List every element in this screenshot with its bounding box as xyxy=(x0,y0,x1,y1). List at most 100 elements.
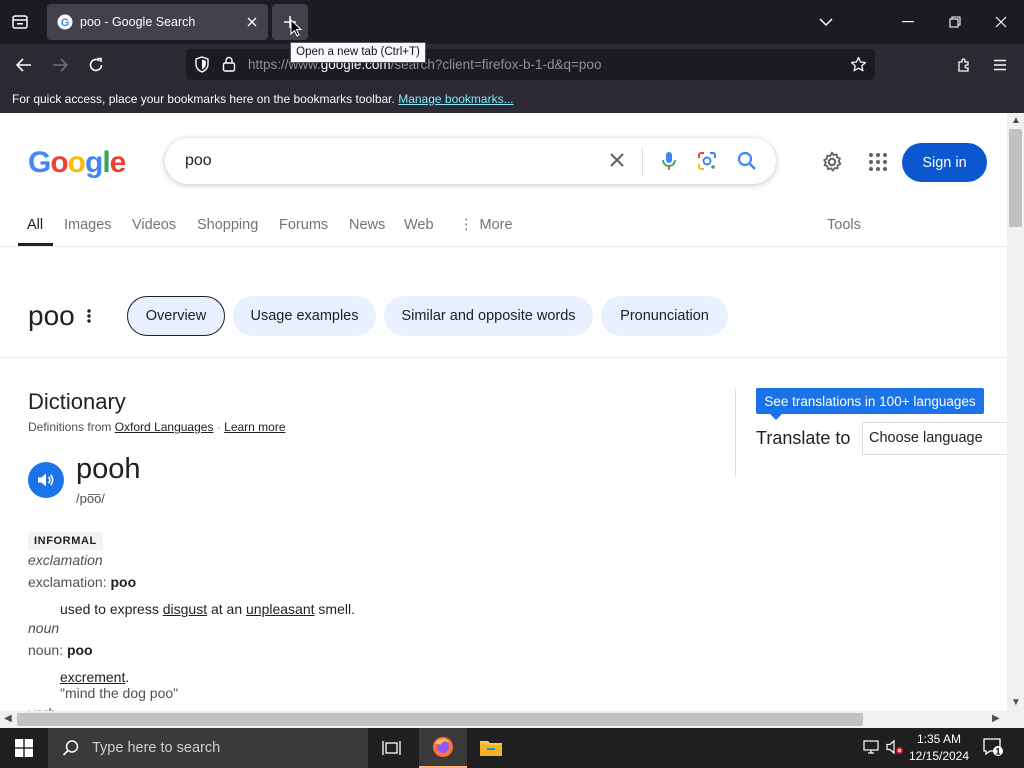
tab-tools[interactable]: Tools xyxy=(827,217,861,233)
volume-muted-icon[interactable] xyxy=(886,738,904,761)
notification-center-icon[interactable]: 1 xyxy=(982,736,1004,763)
reload-icon[interactable] xyxy=(81,51,111,79)
chip-similar-opposite-words[interactable]: Similar and opposite words xyxy=(384,296,593,336)
taskbar-search-box[interactable]: Type here to search xyxy=(48,728,368,768)
taskbar-clock[interactable]: 1:35 AM 12/15/2024 xyxy=(906,731,972,765)
manage-bookmarks-link[interactable]: Manage bookmarks... xyxy=(398,92,513,106)
tab-videos[interactable]: Videos xyxy=(132,217,176,233)
forward-arrow-icon[interactable] xyxy=(45,51,75,79)
list-all-tabs-icon[interactable] xyxy=(811,8,841,36)
browser-nav-bar: https://www.google.com/search?client=fir… xyxy=(0,44,1024,86)
dictionary-source: Definitions from Oxford Languages · Lear… xyxy=(28,420,286,434)
phonetic-spelling: /po͞o/ xyxy=(76,491,105,506)
more-vertical-dots-icon: ⋮ xyxy=(459,217,474,233)
close-window-icon[interactable] xyxy=(986,8,1016,36)
horizontal-scroll-thumb[interactable] xyxy=(17,713,863,726)
link-excrement[interactable]: excrement xyxy=(60,669,125,685)
search-magnifier-icon[interactable] xyxy=(735,149,759,178)
tab-shopping[interactable]: Shopping xyxy=(197,217,258,233)
definition-exclamation: used to express disgust at an unpleasant… xyxy=(60,601,355,617)
vertical-scroll-thumb[interactable] xyxy=(1009,129,1022,227)
extensions-puzzle-icon[interactable] xyxy=(949,51,979,79)
clear-search-icon[interactable] xyxy=(607,150,627,175)
speaker-icon xyxy=(38,473,54,487)
sign-in-button[interactable]: Sign in xyxy=(902,143,987,182)
search-box[interactable]: poo xyxy=(165,138,776,184)
part-of-speech-exclamation: exclamation xyxy=(28,552,103,568)
voice-search-mic-icon[interactable] xyxy=(657,149,681,178)
minimize-window-icon[interactable] xyxy=(893,8,923,36)
firefox-taskbar-icon[interactable] xyxy=(419,728,467,768)
translations-callout: See translations in 100+ languages xyxy=(756,388,984,420)
tab-news[interactable]: News xyxy=(349,217,385,233)
definition-noun: excrement. xyxy=(60,669,130,685)
oxford-languages-link[interactable]: Oxford Languages xyxy=(115,420,214,434)
app-menu-hamburger-icon[interactable] xyxy=(985,51,1015,79)
clock-date: 12/15/2024 xyxy=(908,749,970,763)
scroll-left-arrow-icon[interactable]: ◀ xyxy=(4,713,12,724)
tab-all[interactable]: All xyxy=(27,217,43,233)
chip-usage-examples[interactable]: Usage examples xyxy=(233,296,376,336)
settings-gear-icon[interactable] xyxy=(820,150,844,179)
word-title: poo xyxy=(28,300,75,331)
firefox-view-icon[interactable] xyxy=(8,10,32,34)
notification-count: 1 xyxy=(995,747,1000,757)
posline-noun: noun: poo xyxy=(28,642,93,658)
google-doodle-logo[interactable]: Google xyxy=(28,146,126,180)
pronounce-speaker-button[interactable] xyxy=(28,462,64,498)
language-select[interactable]: Choose language xyxy=(862,422,1007,455)
active-tab-underline xyxy=(18,243,53,246)
tab-images[interactable]: Images xyxy=(64,217,112,233)
windows-start-icon[interactable] xyxy=(0,728,48,768)
dictionary-heading: Dictionary xyxy=(28,389,126,414)
chip-pronunciation[interactable]: Pronunciation xyxy=(601,296,728,336)
link-unpleasant[interactable]: unpleasant xyxy=(246,601,315,617)
scroll-down-arrow-icon[interactable]: ▼ xyxy=(1011,697,1021,708)
word-panel-header: poo Overview Usage examples Similar and … xyxy=(0,288,1007,358)
browser-tab-bar: G poo - Google Search xyxy=(0,0,1024,44)
tab-title: poo - Google Search xyxy=(80,15,196,29)
browser-tab-active[interactable]: G poo - Google Search xyxy=(47,4,268,40)
link-disgust[interactable]: disgust xyxy=(163,601,207,617)
restore-window-icon[interactable] xyxy=(940,8,970,36)
tab-forums[interactable]: Forums xyxy=(279,217,328,233)
google-lens-icon[interactable] xyxy=(695,149,719,178)
tab-more[interactable]: ⋮ More xyxy=(459,217,513,233)
google-results-page: Google poo Sign in All Images Videos Sho… xyxy=(0,113,1007,711)
search-divider xyxy=(642,148,643,176)
scroll-right-arrow-icon[interactable]: ▶ xyxy=(992,713,1000,724)
posline-exclamation: exclamation: poo xyxy=(28,574,137,590)
headword: pooh xyxy=(76,453,141,485)
back-arrow-icon[interactable] xyxy=(9,51,39,79)
translate-separator xyxy=(735,389,736,477)
svg-text:G: G xyxy=(61,17,70,29)
scrollbar-corner xyxy=(1007,711,1024,728)
mouse-cursor-icon xyxy=(290,18,303,43)
windows-taskbar: Type here to search 1:35 AM 12/15/2024 1 xyxy=(0,728,1024,768)
learn-more-link[interactable]: Learn more xyxy=(224,420,285,434)
vertical-scrollbar[interactable]: ▲ ▼ xyxy=(1007,113,1024,711)
search-tabs: All Images Videos Shopping Forums News W… xyxy=(0,213,1007,247)
taskbar-search-icon xyxy=(62,740,79,756)
file-explorer-folder-icon[interactable] xyxy=(467,728,515,768)
tab-web[interactable]: Web xyxy=(404,217,434,233)
google-apps-grid-icon[interactable] xyxy=(866,150,890,179)
clock-time: 1:35 AM xyxy=(916,732,962,746)
part-of-speech-noun: noun xyxy=(28,620,60,636)
scroll-up-arrow-icon[interactable]: ▲ xyxy=(1011,115,1021,126)
google-favicon-icon: G xyxy=(57,14,73,30)
lock-icon[interactable] xyxy=(222,56,236,77)
network-icon[interactable] xyxy=(862,738,880,761)
bookmark-star-icon[interactable] xyxy=(850,56,867,78)
usage-example: "mind the dog poo" xyxy=(60,685,179,701)
close-tab-icon[interactable] xyxy=(240,10,264,34)
register-label: INFORMAL xyxy=(28,532,103,550)
horizontal-scrollbar[interactable]: ◀ ▶ xyxy=(0,711,1007,728)
search-input[interactable]: poo xyxy=(185,152,212,170)
word-options-dots-icon[interactable] xyxy=(86,308,92,329)
taskbar-search-placeholder: Type here to search xyxy=(92,740,221,756)
chip-overview[interactable]: Overview xyxy=(127,296,225,336)
task-view-icon[interactable] xyxy=(368,728,416,768)
tracking-protection-shield-icon[interactable] xyxy=(194,56,210,78)
new-tab-tooltip: Open a new tab (Ctrl+T) xyxy=(290,42,426,63)
